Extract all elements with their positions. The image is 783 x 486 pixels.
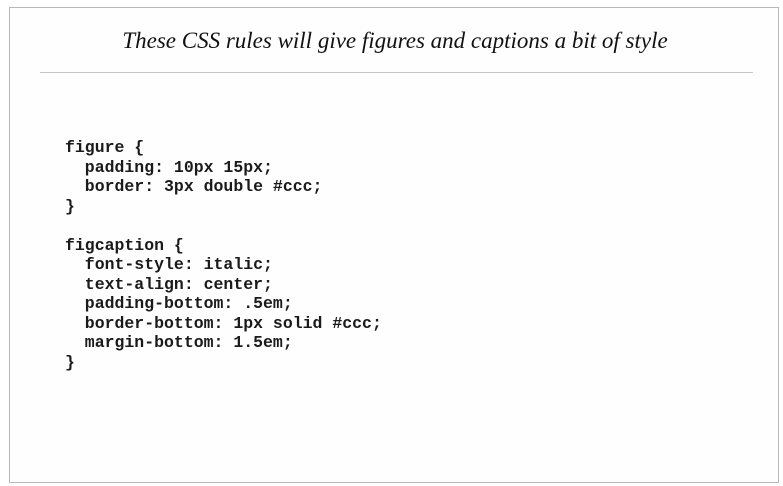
code-block: figure { padding: 10px 15px; border: 3px…: [65, 138, 382, 372]
caption-divider: [40, 72, 753, 73]
figure-caption: These CSS rules will give figures and ca…: [122, 28, 668, 53]
code-line: font-style: italic;: [65, 255, 273, 274]
code-line: }: [65, 352, 75, 372]
code-line: padding: 10px 15px;: [65, 157, 273, 177]
code-line: border-bottom: 1px solid #ccc;: [65, 313, 382, 333]
code-line: text-align: center;: [65, 274, 273, 294]
code-line: }: [65, 196, 75, 216]
code-line: figure {: [65, 138, 145, 157]
code-line: padding-bottom: .5em;: [65, 294, 293, 313]
figure-frame: These CSS rules will give figures and ca…: [9, 7, 779, 483]
code-line: figcaption {: [65, 235, 184, 255]
code-line: margin-bottom: 1.5em;: [65, 333, 293, 352]
code-line: border: 3px double #ccc;: [65, 177, 323, 196]
